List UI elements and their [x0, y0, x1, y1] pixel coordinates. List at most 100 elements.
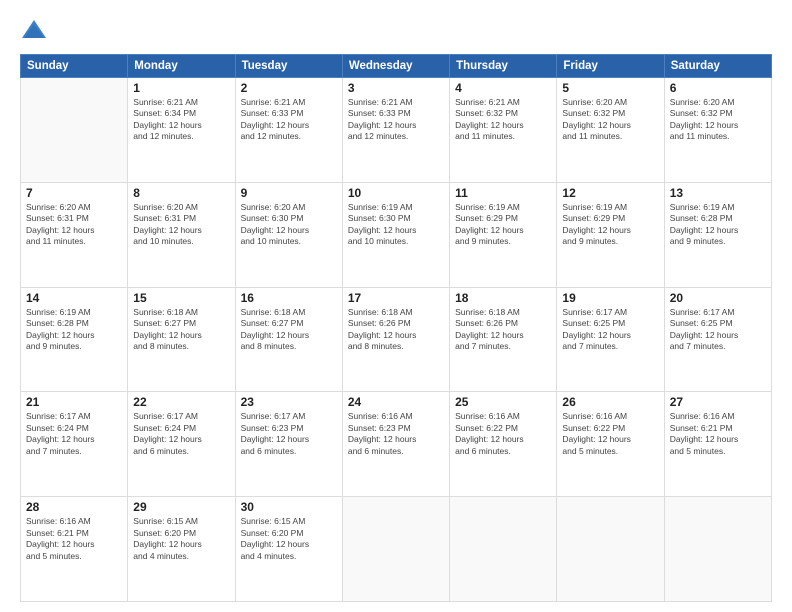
- day-info: Sunrise: 6:20 AM Sunset: 6:31 PM Dayligh…: [133, 202, 229, 248]
- calendar-cell: 11 Sunrise: 6:19 AM Sunset: 6:29 PM Dayli…: [450, 182, 557, 287]
- calendar-cell: 10 Sunrise: 6:19 AM Sunset: 6:30 PM Dayli…: [342, 182, 449, 287]
- calendar-cell: 30 Sunrise: 6:15 AM Sunset: 6:20 PM Dayli…: [235, 497, 342, 602]
- calendar-cell: 25 Sunrise: 6:16 AM Sunset: 6:22 PM Dayli…: [450, 392, 557, 497]
- calendar-cell: 18 Sunrise: 6:18 AM Sunset: 6:26 PM Dayli…: [450, 287, 557, 392]
- day-number: 10: [348, 186, 444, 200]
- calendar-cell: [557, 497, 664, 602]
- calendar-week-row: 14 Sunrise: 6:19 AM Sunset: 6:28 PM Dayli…: [21, 287, 772, 392]
- calendar-cell: 17 Sunrise: 6:18 AM Sunset: 6:26 PM Dayli…: [342, 287, 449, 392]
- calendar-cell: 24 Sunrise: 6:16 AM Sunset: 6:23 PM Dayli…: [342, 392, 449, 497]
- calendar-cell: [21, 78, 128, 183]
- day-number: 15: [133, 291, 229, 305]
- calendar-week-row: 7 Sunrise: 6:20 AM Sunset: 6:31 PM Daylig…: [21, 182, 772, 287]
- day-info: Sunrise: 6:17 AM Sunset: 6:25 PM Dayligh…: [562, 307, 658, 353]
- day-info: Sunrise: 6:21 AM Sunset: 6:33 PM Dayligh…: [348, 97, 444, 143]
- day-info: Sunrise: 6:21 AM Sunset: 6:32 PM Dayligh…: [455, 97, 551, 143]
- day-info: Sunrise: 6:16 AM Sunset: 6:22 PM Dayligh…: [562, 411, 658, 457]
- day-info: Sunrise: 6:20 AM Sunset: 6:31 PM Dayligh…: [26, 202, 122, 248]
- weekday-header-sunday: Sunday: [21, 55, 128, 78]
- page: SundayMondayTuesdayWednesdayThursdayFrid…: [0, 0, 792, 612]
- calendar-cell: 4 Sunrise: 6:21 AM Sunset: 6:32 PM Daylig…: [450, 78, 557, 183]
- day-info: Sunrise: 6:18 AM Sunset: 6:27 PM Dayligh…: [133, 307, 229, 353]
- day-info: Sunrise: 6:17 AM Sunset: 6:23 PM Dayligh…: [241, 411, 337, 457]
- day-info: Sunrise: 6:16 AM Sunset: 6:21 PM Dayligh…: [26, 516, 122, 562]
- day-number: 12: [562, 186, 658, 200]
- calendar-cell: [450, 497, 557, 602]
- calendar-cell: 23 Sunrise: 6:17 AM Sunset: 6:23 PM Dayli…: [235, 392, 342, 497]
- weekday-header-friday: Friday: [557, 55, 664, 78]
- day-number: 9: [241, 186, 337, 200]
- day-info: Sunrise: 6:18 AM Sunset: 6:26 PM Dayligh…: [348, 307, 444, 353]
- day-number: 22: [133, 395, 229, 409]
- calendar-cell: 2 Sunrise: 6:21 AM Sunset: 6:33 PM Daylig…: [235, 78, 342, 183]
- calendar-cell: 1Sunrise: 6:21 AM Sunset: 6:34 PM Daylig…: [128, 78, 235, 183]
- day-info: Sunrise: 6:19 AM Sunset: 6:29 PM Dayligh…: [562, 202, 658, 248]
- calendar-week-row: 28 Sunrise: 6:16 AM Sunset: 6:21 PM Dayli…: [21, 497, 772, 602]
- day-number: 17: [348, 291, 444, 305]
- day-number: 30: [241, 500, 337, 514]
- calendar-cell: 16Sunrise: 6:18 AM Sunset: 6:27 PM Dayli…: [235, 287, 342, 392]
- weekday-header-saturday: Saturday: [664, 55, 771, 78]
- day-info: Sunrise: 6:17 AM Sunset: 6:24 PM Dayligh…: [26, 411, 122, 457]
- calendar-cell: [664, 497, 771, 602]
- day-number: 18: [455, 291, 551, 305]
- day-info: Sunrise: 6:21 AM Sunset: 6:33 PM Dayligh…: [241, 97, 337, 143]
- day-number: 14: [26, 291, 122, 305]
- day-number: 24: [348, 395, 444, 409]
- calendar-cell: 29 Sunrise: 6:15 AM Sunset: 6:20 PM Dayli…: [128, 497, 235, 602]
- day-info: Sunrise: 6:18 AM Sunset: 6:26 PM Dayligh…: [455, 307, 551, 353]
- day-info: Sunrise: 6:16 AM Sunset: 6:23 PM Dayligh…: [348, 411, 444, 457]
- calendar-cell: 28 Sunrise: 6:16 AM Sunset: 6:21 PM Dayli…: [21, 497, 128, 602]
- day-number: 6: [670, 81, 766, 95]
- day-number: 20: [670, 291, 766, 305]
- day-number: 5: [562, 81, 658, 95]
- day-number: 26: [562, 395, 658, 409]
- day-info: Sunrise: 6:15 AM Sunset: 6:20 PM Dayligh…: [241, 516, 337, 562]
- calendar-header: SundayMondayTuesdayWednesdayThursdayFrid…: [21, 55, 772, 78]
- day-info: Sunrise: 6:16 AM Sunset: 6:22 PM Dayligh…: [455, 411, 551, 457]
- calendar-cell: 20 Sunrise: 6:17 AM Sunset: 6:25 PM Dayli…: [664, 287, 771, 392]
- day-info: Sunrise: 6:15 AM Sunset: 6:20 PM Dayligh…: [133, 516, 229, 562]
- day-info: Sunrise: 6:16 AM Sunset: 6:21 PM Dayligh…: [670, 411, 766, 457]
- calendar-body: 1Sunrise: 6:21 AM Sunset: 6:34 PM Daylig…: [21, 78, 772, 602]
- day-info: Sunrise: 6:20 AM Sunset: 6:30 PM Dayligh…: [241, 202, 337, 248]
- calendar-cell: 21 Sunrise: 6:17 AM Sunset: 6:24 PM Dayli…: [21, 392, 128, 497]
- day-number: 23: [241, 395, 337, 409]
- calendar-cell: 15 Sunrise: 6:18 AM Sunset: 6:27 PM Dayli…: [128, 287, 235, 392]
- day-info: Sunrise: 6:19 AM Sunset: 6:29 PM Dayligh…: [455, 202, 551, 248]
- day-info: Sunrise: 6:20 AM Sunset: 6:32 PM Dayligh…: [670, 97, 766, 143]
- day-number: 2: [241, 81, 337, 95]
- day-number: 28: [26, 500, 122, 514]
- weekday-header-thursday: Thursday: [450, 55, 557, 78]
- day-number: 3: [348, 81, 444, 95]
- calendar-cell: 14 Sunrise: 6:19 AM Sunset: 6:28 PM Dayli…: [21, 287, 128, 392]
- day-number: 21: [26, 395, 122, 409]
- calendar-cell: 22 Sunrise: 6:17 AM Sunset: 6:24 PM Dayli…: [128, 392, 235, 497]
- day-info: Sunrise: 6:21 AM Sunset: 6:34 PM Dayligh…: [133, 97, 229, 143]
- calendar-cell: 5Sunrise: 6:20 AM Sunset: 6:32 PM Daylig…: [557, 78, 664, 183]
- calendar-cell: 19 Sunrise: 6:17 AM Sunset: 6:25 PM Dayli…: [557, 287, 664, 392]
- calendar-cell: 12 Sunrise: 6:19 AM Sunset: 6:29 PM Dayli…: [557, 182, 664, 287]
- logo: [20, 18, 52, 46]
- day-number: 25: [455, 395, 551, 409]
- calendar-cell: 3 Sunrise: 6:21 AM Sunset: 6:33 PM Daylig…: [342, 78, 449, 183]
- day-number: 11: [455, 186, 551, 200]
- day-info: Sunrise: 6:19 AM Sunset: 6:30 PM Dayligh…: [348, 202, 444, 248]
- day-number: 13: [670, 186, 766, 200]
- calendar-cell: 7 Sunrise: 6:20 AM Sunset: 6:31 PM Daylig…: [21, 182, 128, 287]
- day-number: 4: [455, 81, 551, 95]
- calendar-cell: 26 Sunrise: 6:16 AM Sunset: 6:22 PM Dayli…: [557, 392, 664, 497]
- logo-icon: [20, 18, 48, 46]
- day-number: 29: [133, 500, 229, 514]
- weekday-header-tuesday: Tuesday: [235, 55, 342, 78]
- day-number: 7: [26, 186, 122, 200]
- day-info: Sunrise: 6:17 AM Sunset: 6:25 PM Dayligh…: [670, 307, 766, 353]
- day-number: 16: [241, 291, 337, 305]
- weekday-header-wednesday: Wednesday: [342, 55, 449, 78]
- day-info: Sunrise: 6:19 AM Sunset: 6:28 PM Dayligh…: [26, 307, 122, 353]
- day-number: 19: [562, 291, 658, 305]
- calendar-week-row: 21 Sunrise: 6:17 AM Sunset: 6:24 PM Dayli…: [21, 392, 772, 497]
- day-number: 8: [133, 186, 229, 200]
- day-info: Sunrise: 6:17 AM Sunset: 6:24 PM Dayligh…: [133, 411, 229, 457]
- calendar-cell: 27Sunrise: 6:16 AM Sunset: 6:21 PM Dayli…: [664, 392, 771, 497]
